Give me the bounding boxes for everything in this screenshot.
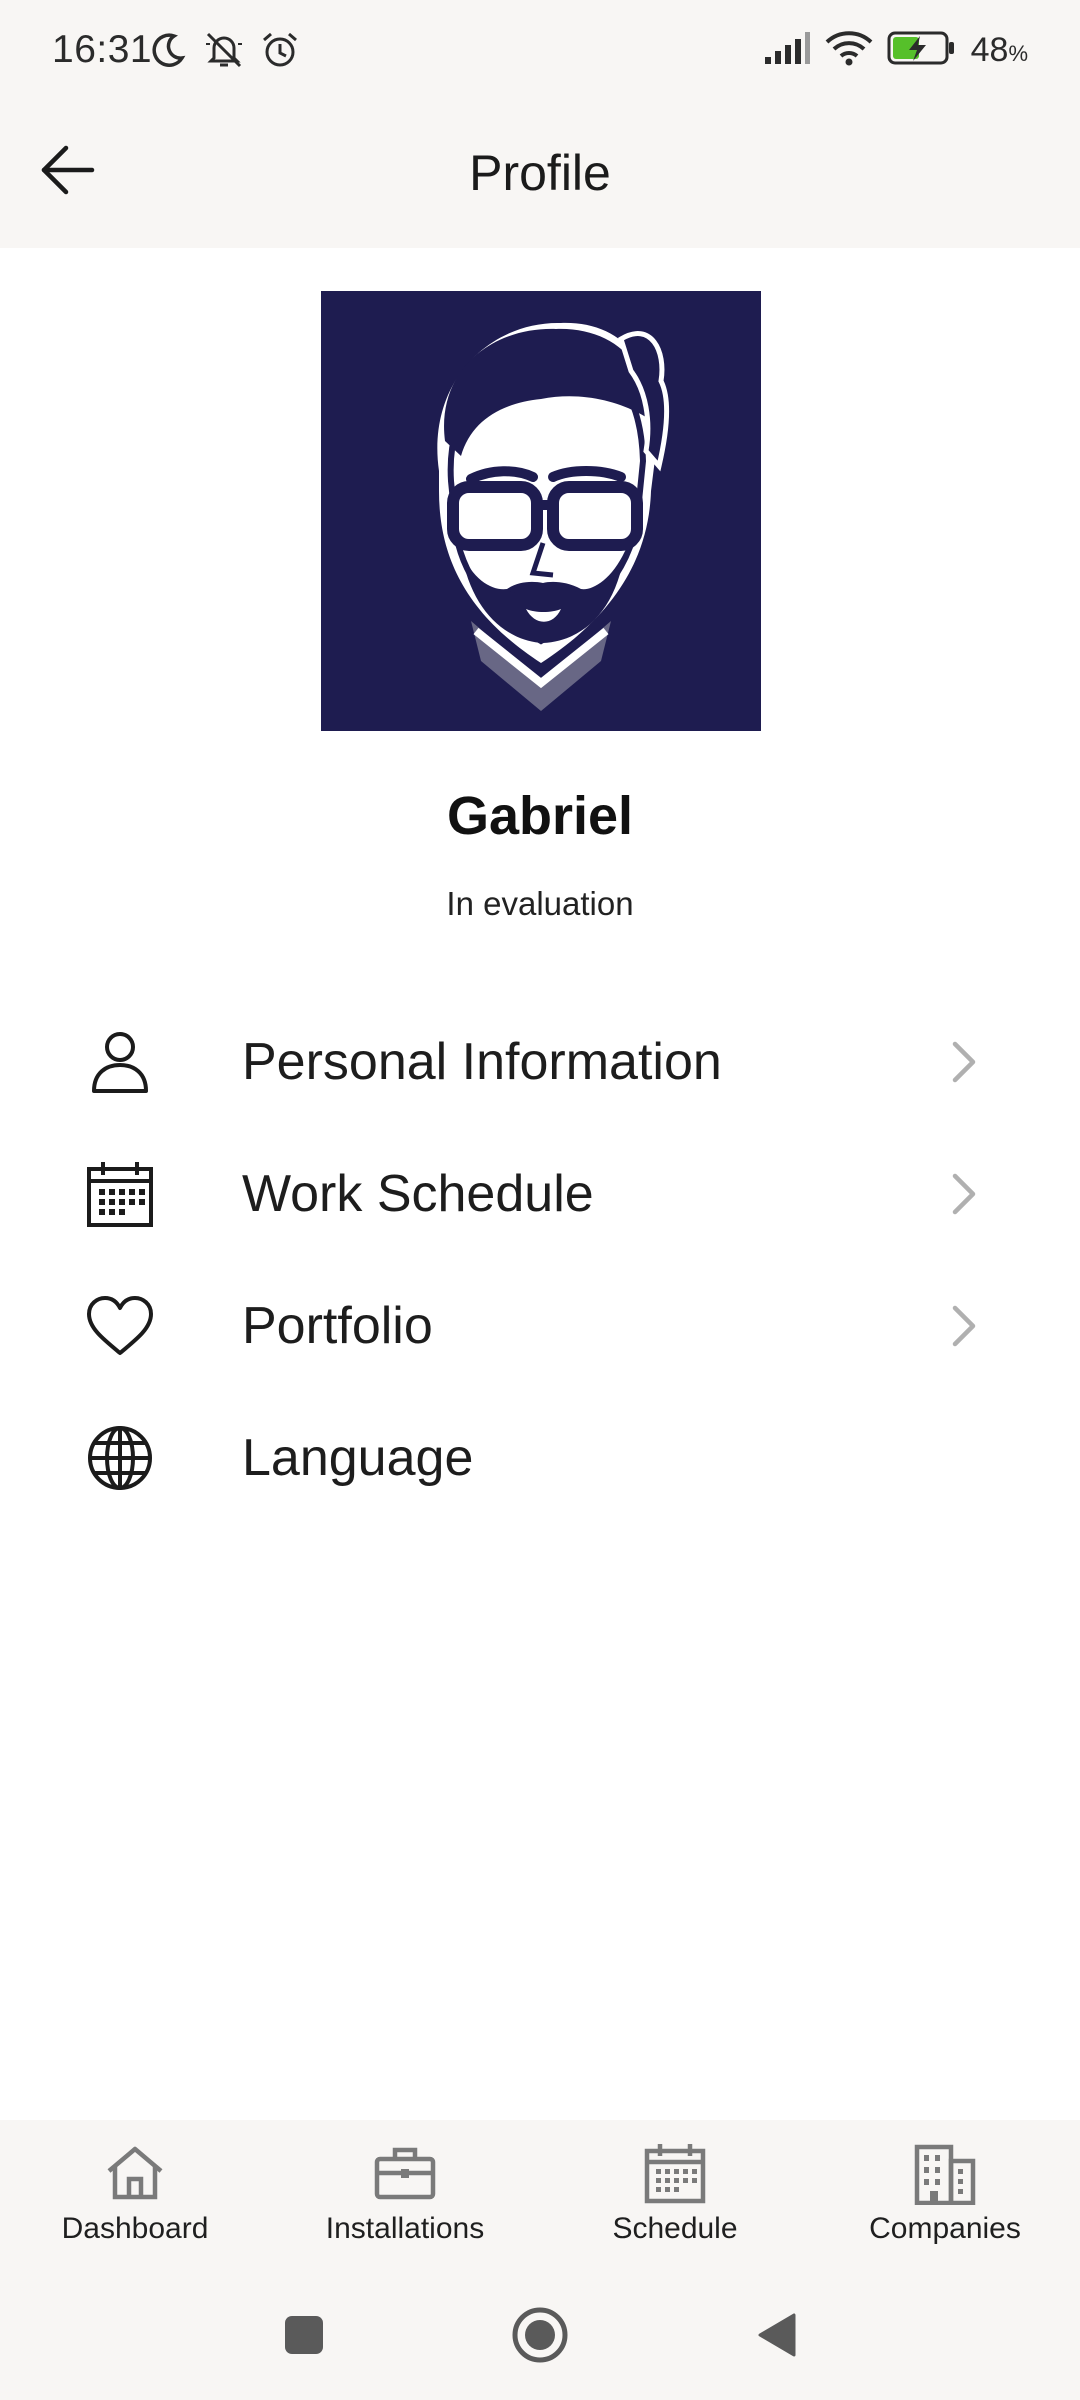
nav-item-companies[interactable]: Companies (810, 2120, 1080, 2275)
alarm-icon (260, 30, 300, 75)
menu-item-label: Work Schedule (242, 1165, 594, 1223)
menu-item-language[interactable]: Language (0, 1392, 1080, 1524)
square-icon (282, 2313, 326, 2362)
back-nav-button[interactable] (736, 2297, 816, 2377)
person-icon (80, 1029, 160, 1095)
wifi-icon (825, 30, 873, 71)
home-button[interactable] (500, 2297, 580, 2377)
nav-label: Schedule (612, 2212, 738, 2245)
circle-icon (510, 2305, 570, 2370)
menu-item-label: Portfolio (242, 1297, 433, 1355)
signal-icon (763, 31, 811, 70)
app-bar: Profile (0, 104, 1080, 248)
briefcase-icon (270, 2140, 540, 2206)
avatar[interactable] (321, 291, 761, 731)
chevron-right-icon (945, 1302, 985, 1350)
calendar-icon (540, 2140, 810, 2206)
nav-label: Installations (325, 2212, 485, 2245)
bottom-nav: Dashboard Installations Schedule Compani… (0, 2120, 1080, 2275)
menu-item-label: Personal Information (242, 1033, 722, 1091)
chevron-right-icon (945, 1038, 985, 1086)
nav-label: Dashboard (61, 2212, 209, 2245)
nav-label: Companies (869, 2212, 1021, 2245)
nav-item-schedule[interactable]: Schedule (540, 2120, 810, 2275)
menu-item-work-schedule[interactable]: Work Schedule (0, 1128, 1080, 1260)
status-left-icons (148, 30, 300, 75)
moon-icon (148, 30, 188, 75)
profile-status: In evaluation (446, 885, 634, 922)
battery-percent: 48% (970, 31, 1028, 69)
status-bar: 16:31 48% (0, 0, 1080, 104)
status-right: 48% (763, 30, 1028, 71)
battery-charging-icon (887, 30, 957, 71)
chevron-right-icon (945, 1170, 985, 1218)
recents-button[interactable] (264, 2297, 344, 2377)
menu-item-personal-information[interactable]: Personal Information (0, 996, 1080, 1128)
heart-icon (80, 1293, 160, 1359)
menu-item-label: Language (242, 1429, 474, 1487)
globe-icon (80, 1425, 160, 1491)
nav-item-installations[interactable]: Installations (270, 2120, 540, 2275)
nav-item-dashboard[interactable]: Dashboard (0, 2120, 270, 2275)
system-nav (0, 2275, 1080, 2400)
home-icon (0, 2140, 270, 2206)
menu-item-portfolio[interactable]: Portfolio (0, 1260, 1080, 1392)
status-time: 16:31 (52, 28, 153, 71)
bell-muted-icon (202, 30, 246, 75)
building-icon (810, 2140, 1080, 2206)
profile-name: Gabriel (446, 786, 634, 846)
avatar-illustration (321, 291, 761, 731)
page-title: Profile (469, 145, 611, 201)
calendar-icon (80, 1161, 160, 1227)
triangle-back-icon (754, 2311, 798, 2364)
